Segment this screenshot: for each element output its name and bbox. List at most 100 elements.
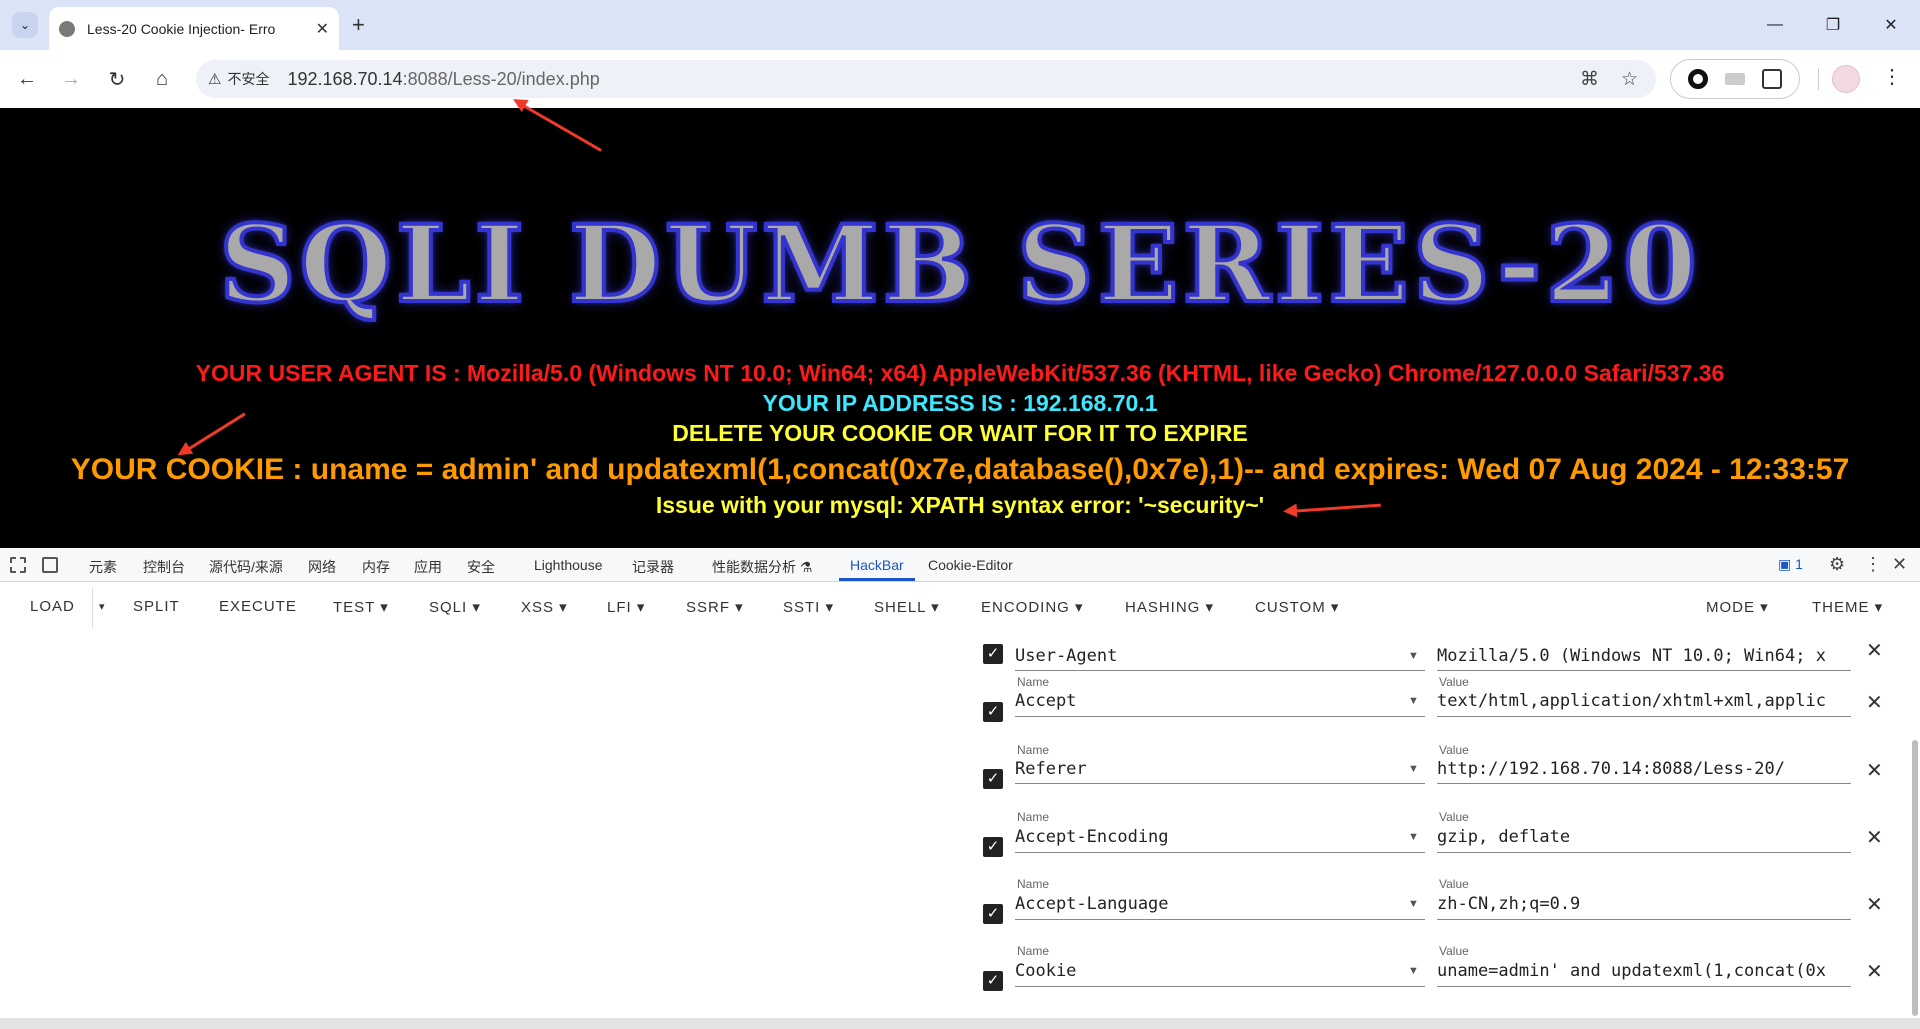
hashing-menu[interactable]: HASHING ▾: [1125, 598, 1214, 616]
header-value-field[interactable]: text/html,application/xhtml+xml,applic: [1437, 691, 1851, 711]
header-enabled-checkbox[interactable]: ✓: [983, 837, 1003, 857]
xss-menu[interactable]: XSS ▾: [521, 598, 568, 616]
hackbar-toolbar: LOAD ▾ SPLIT EXECUTE TEST ▾ SQLI ▾ XSS ▾…: [0, 582, 1920, 638]
browser-tab-active[interactable]: Less-20 Cookie Injection- Erro ✕: [49, 7, 339, 50]
tab-close-icon[interactable]: ✕: [316, 19, 329, 39]
remove-header-icon[interactable]: ✕: [1866, 959, 1883, 984]
site-favicon-icon: [59, 20, 75, 37]
shell-menu[interactable]: SHELL ▾: [874, 598, 940, 616]
split-button[interactable]: SPLIT: [133, 598, 180, 615]
header-value-field[interactable]: Mozilla/5.0 (Windows NT 10.0; Win64; x: [1437, 646, 1851, 666]
url-host: 192.168.70.14: [287, 68, 403, 89]
browser-menu-icon[interactable]: ⋮: [1882, 64, 1902, 89]
header-value-field[interactable]: uname=admin' and updatexml(1,concat(0x: [1437, 961, 1851, 981]
header-name-dropdown-icon[interactable]: ▼: [1408, 898, 1419, 910]
security-indicator[interactable]: ⚠ 不安全: [208, 69, 269, 89]
new-tab-button[interactable]: +: [352, 12, 365, 38]
bookmark-star-icon[interactable]: ☆: [1621, 68, 1638, 91]
devtools-tab-performance[interactable]: 性能数据分析 ⚗: [712, 557, 812, 577]
minimize-button[interactable]: —: [1746, 0, 1804, 50]
extensions-puzzle-icon[interactable]: [1762, 69, 1783, 89]
remove-header-icon[interactable]: ✕: [1866, 825, 1883, 850]
header-name-underline: [1015, 783, 1425, 784]
test-menu[interactable]: TEST ▾: [333, 598, 389, 616]
header-name-field[interactable]: Referer: [1015, 759, 1385, 779]
devtools-settings-icon[interactable]: ⚙: [1829, 554, 1845, 575]
devtools-close-icon[interactable]: ✕: [1892, 554, 1907, 575]
encoding-menu[interactable]: ENCODING ▾: [981, 598, 1084, 616]
devtools-tab-hackbar[interactable]: HackBar: [850, 557, 904, 573]
status-strip: [0, 1018, 1920, 1029]
record-extension-icon[interactable]: [1687, 69, 1708, 89]
load-dropdown-icon[interactable]: ▾: [99, 600, 106, 613]
devtools-menu-icon[interactable]: ⋮: [1864, 554, 1882, 575]
header-name-field[interactable]: Accept-Language: [1015, 894, 1385, 914]
window-close-button[interactable]: ✕: [1862, 0, 1920, 50]
ssrf-menu[interactable]: SSRF ▾: [686, 598, 744, 616]
back-button[interactable]: ←: [12, 64, 42, 94]
header-enabled-checkbox[interactable]: ✓: [983, 644, 1003, 664]
header-name-dropdown-icon[interactable]: ▼: [1408, 763, 1419, 775]
header-name-field[interactable]: User-Agent: [1015, 646, 1385, 666]
header-name-field[interactable]: Cookie: [1015, 961, 1385, 981]
header-value-field[interactable]: zh-CN,zh;q=0.9: [1437, 894, 1851, 914]
url-text[interactable]: 192.168.70.14:8088/Less-20/index.php: [287, 69, 599, 90]
remove-header-icon[interactable]: ✕: [1866, 758, 1883, 783]
mode-menu[interactable]: MODE ▾: [1706, 598, 1769, 616]
header-name-dropdown-icon[interactable]: ▼: [1408, 650, 1419, 662]
translate-icon[interactable]: ⌘: [1580, 68, 1599, 91]
header-value-field[interactable]: gzip, deflate: [1437, 827, 1851, 847]
devtools-tab-application[interactable]: 应用: [414, 557, 442, 577]
issues-badge[interactable]: ▣ 1: [1778, 556, 1803, 573]
remove-header-icon[interactable]: ✕: [1866, 638, 1883, 663]
devtools-tab-cookie-editor[interactable]: Cookie-Editor: [928, 557, 1013, 573]
header-enabled-checkbox[interactable]: ✓: [983, 904, 1003, 924]
issues-count: 1: [1795, 556, 1803, 572]
remove-header-icon[interactable]: ✕: [1866, 690, 1883, 715]
browser-window: ⌄ Less-20 Cookie Injection- Erro ✕ + — ❐…: [0, 0, 1920, 1029]
hackbar-extension-icon[interactable]: [1724, 73, 1745, 85]
header-name-field[interactable]: Accept: [1015, 691, 1385, 711]
header-name-field[interactable]: Accept-Encoding: [1015, 827, 1385, 847]
reload-button[interactable]: ↻: [102, 64, 132, 94]
profile-avatar[interactable]: [1832, 65, 1860, 93]
sqli-menu[interactable]: SQLI ▾: [429, 598, 481, 616]
theme-menu[interactable]: THEME ▾: [1812, 598, 1883, 616]
restore-button[interactable]: ❐: [1804, 0, 1862, 50]
devtools-tab-security[interactable]: 安全: [467, 557, 495, 577]
header-enabled-checkbox[interactable]: ✓: [983, 971, 1003, 991]
header-name-dropdown-icon[interactable]: ▼: [1408, 965, 1419, 977]
ssti-menu[interactable]: SSTI ▾: [783, 598, 834, 616]
toolbar-divider: [1818, 68, 1819, 90]
device-toolbar-icon[interactable]: [42, 557, 58, 573]
headers-scrollbar[interactable]: [1912, 740, 1918, 1016]
header-enabled-checkbox[interactable]: ✓: [983, 769, 1003, 789]
tab-search-button[interactable]: ⌄: [12, 12, 38, 38]
address-bar[interactable]: ⚠ 不安全 192.168.70.14:8088/Less-20/index.p…: [196, 60, 1656, 98]
header-name-label: Name: [1017, 877, 1050, 891]
header-value-underline: [1437, 986, 1851, 987]
header-value-field[interactable]: http://192.168.70.14:8088/Less-20/: [1437, 759, 1851, 779]
header-name-dropdown-icon[interactable]: ▼: [1408, 831, 1419, 843]
remove-header-icon[interactable]: ✕: [1866, 892, 1883, 917]
lfi-menu[interactable]: LFI ▾: [607, 598, 645, 616]
forward-button[interactable]: →: [56, 64, 86, 94]
load-button[interactable]: LOAD: [30, 598, 75, 615]
home-button[interactable]: ⌂: [147, 64, 177, 94]
warning-triangle-icon: ⚠: [208, 71, 222, 88]
inspect-element-icon[interactable]: [10, 557, 26, 573]
devtools-tab-lighthouse[interactable]: Lighthouse: [534, 557, 603, 573]
devtools-tab-console[interactable]: 控制台: [143, 557, 185, 577]
header-enabled-checkbox[interactable]: ✓: [983, 702, 1003, 722]
devtools-tab-network[interactable]: 网络: [308, 557, 336, 577]
header-name-label: Name: [1017, 810, 1050, 824]
devtools-tab-recorder[interactable]: 记录器: [632, 557, 674, 577]
custom-menu[interactable]: CUSTOM ▾: [1255, 598, 1339, 616]
execute-button[interactable]: EXECUTE: [219, 598, 297, 615]
header-value-underline: [1437, 670, 1851, 671]
devtools-tab-sources[interactable]: 源代码/来源: [209, 557, 283, 577]
devtools-tab-elements[interactable]: 元素: [89, 557, 117, 577]
header-value-label: Value: [1439, 810, 1469, 824]
devtools-tab-memory[interactable]: 内存: [362, 557, 390, 577]
header-name-dropdown-icon[interactable]: ▼: [1408, 695, 1419, 707]
